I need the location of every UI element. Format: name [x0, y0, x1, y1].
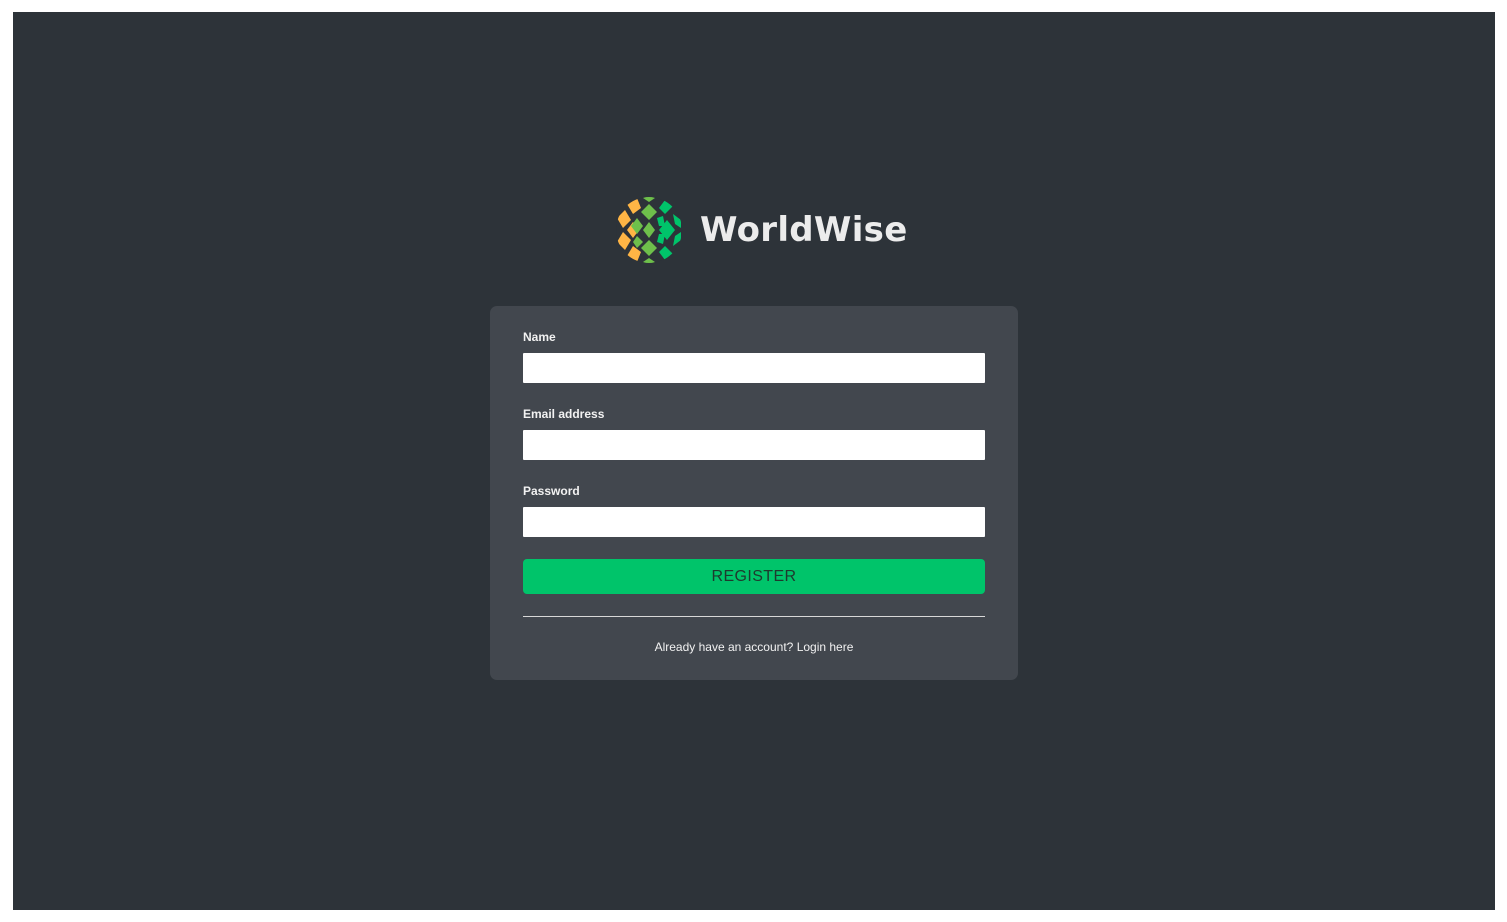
- name-label: Name: [523, 330, 556, 344]
- register-button[interactable]: REGISTER: [523, 559, 985, 594]
- email-field[interactable]: [523, 430, 985, 460]
- app-background: WorldWise Name Email address Password RE…: [13, 12, 1495, 910]
- login-prompt: Already have an account? Login here: [490, 640, 1018, 654]
- name-field[interactable]: [523, 353, 985, 383]
- password-label: Password: [523, 484, 580, 498]
- brand-logo: WorldWise: [615, 196, 908, 264]
- brand-name: WorldWise: [700, 210, 908, 250]
- login-link[interactable]: Login here: [797, 640, 854, 654]
- globe-mosaic-icon: [616, 197, 682, 263]
- password-field[interactable]: [523, 507, 985, 537]
- divider: [523, 616, 985, 617]
- register-form: Name Email address Password REGISTER Alr…: [490, 306, 1018, 680]
- login-prompt-text: Already have an account?: [654, 640, 794, 654]
- email-label: Email address: [523, 407, 605, 421]
